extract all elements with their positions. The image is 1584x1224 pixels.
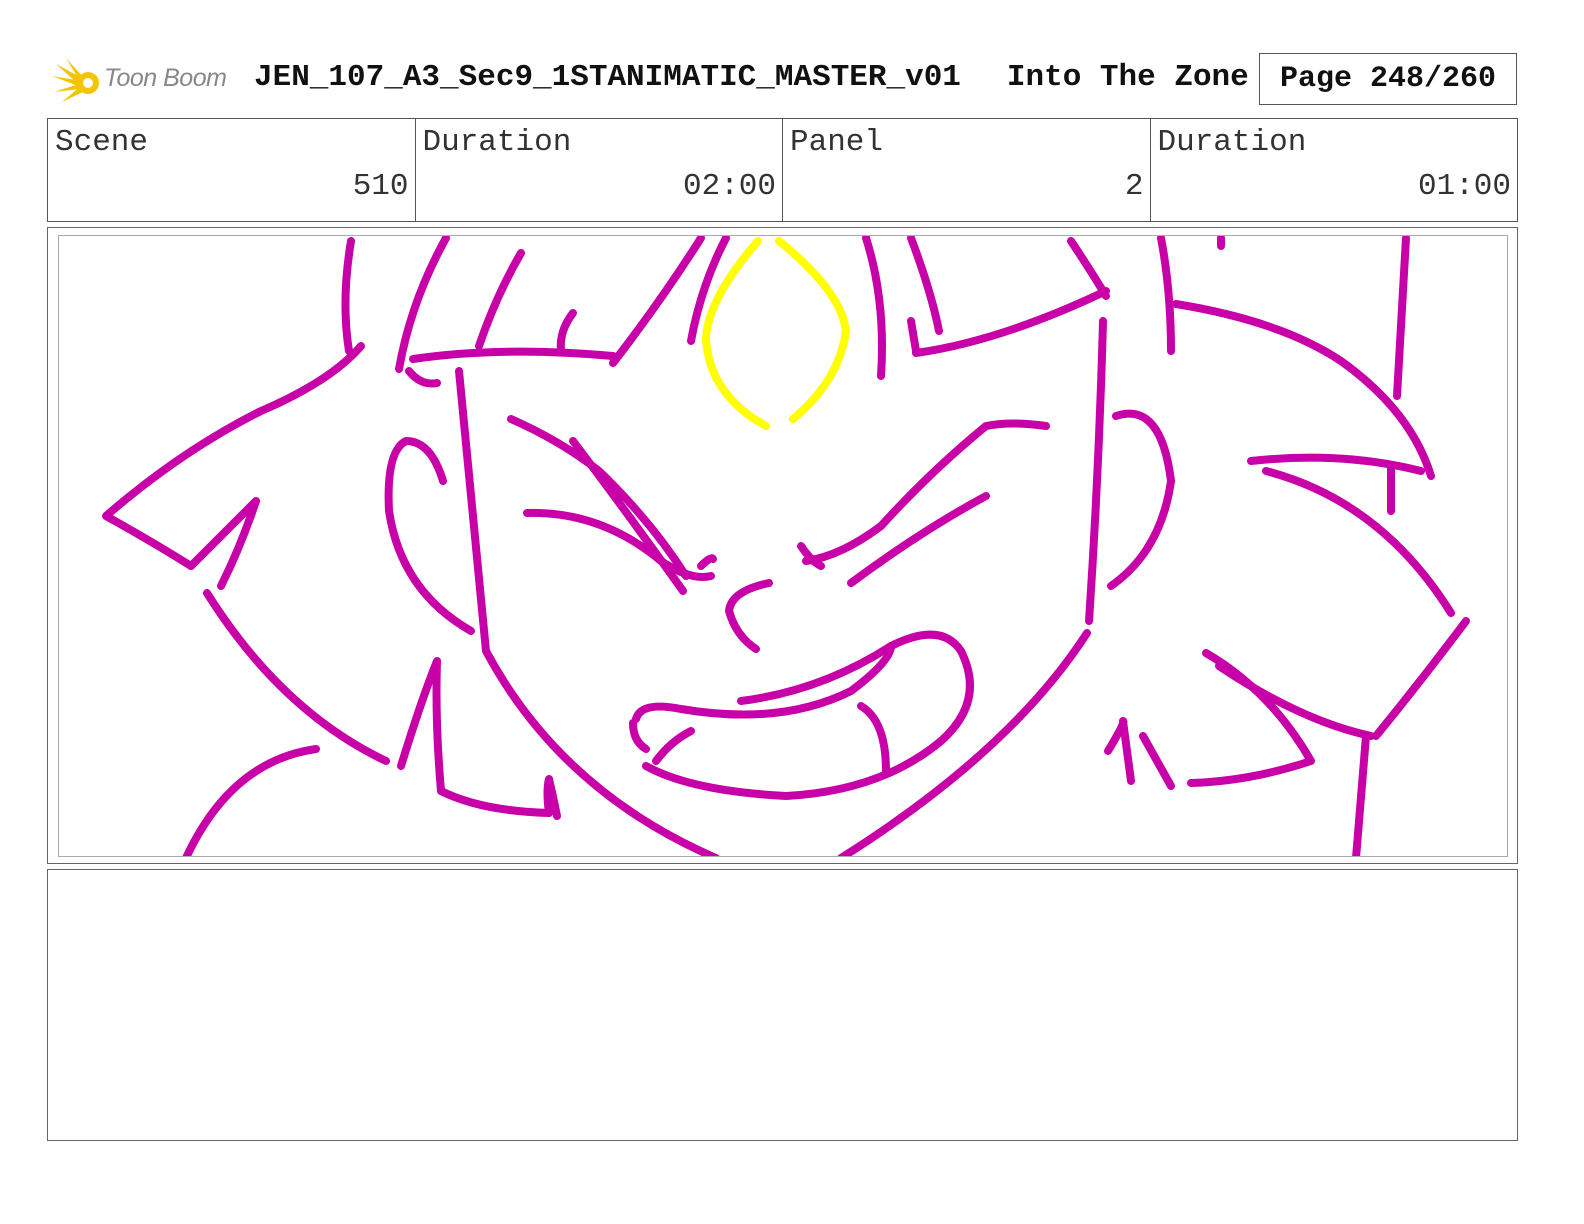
page-header: Toon Boom JEN_107_A3_Sec9_1STANIMATIC_MA… <box>0 50 1584 110</box>
toon-boom-logo-icon <box>52 58 99 102</box>
panel-value: 2 <box>1124 169 1144 204</box>
panel-info-row: Scene 510 Duration 02:00 Panel 2 Duratio… <box>47 118 1518 222</box>
scene-duration-label: Duration <box>422 125 572 160</box>
page-number: Page 248/260 <box>1259 53 1517 105</box>
character-sketch <box>102 236 1470 856</box>
document-title: JEN_107_A3_Sec9_1STANIMATIC_MASTER_v01 <box>254 60 961 95</box>
panel-notes-box <box>47 869 1518 1141</box>
scene-label: Scene <box>55 125 149 160</box>
panel-cell: Panel 2 <box>783 119 1151 221</box>
scene-duration-cell: Duration 02:00 <box>416 119 783 221</box>
panel-duration-label: Duration <box>1157 125 1307 160</box>
panel-duration-value: 01:00 <box>1417 169 1511 204</box>
logo-text: Toon Boom <box>104 64 227 92</box>
scene-cell: Scene 510 <box>48 119 416 221</box>
panel-duration-cell: Duration 01:00 <box>1151 119 1518 221</box>
scene-value: 510 <box>352 169 409 204</box>
scene-duration-value: 02:00 <box>682 169 776 204</box>
storyboard-panel-image <box>58 235 1508 857</box>
panel-label: Panel <box>790 125 884 160</box>
